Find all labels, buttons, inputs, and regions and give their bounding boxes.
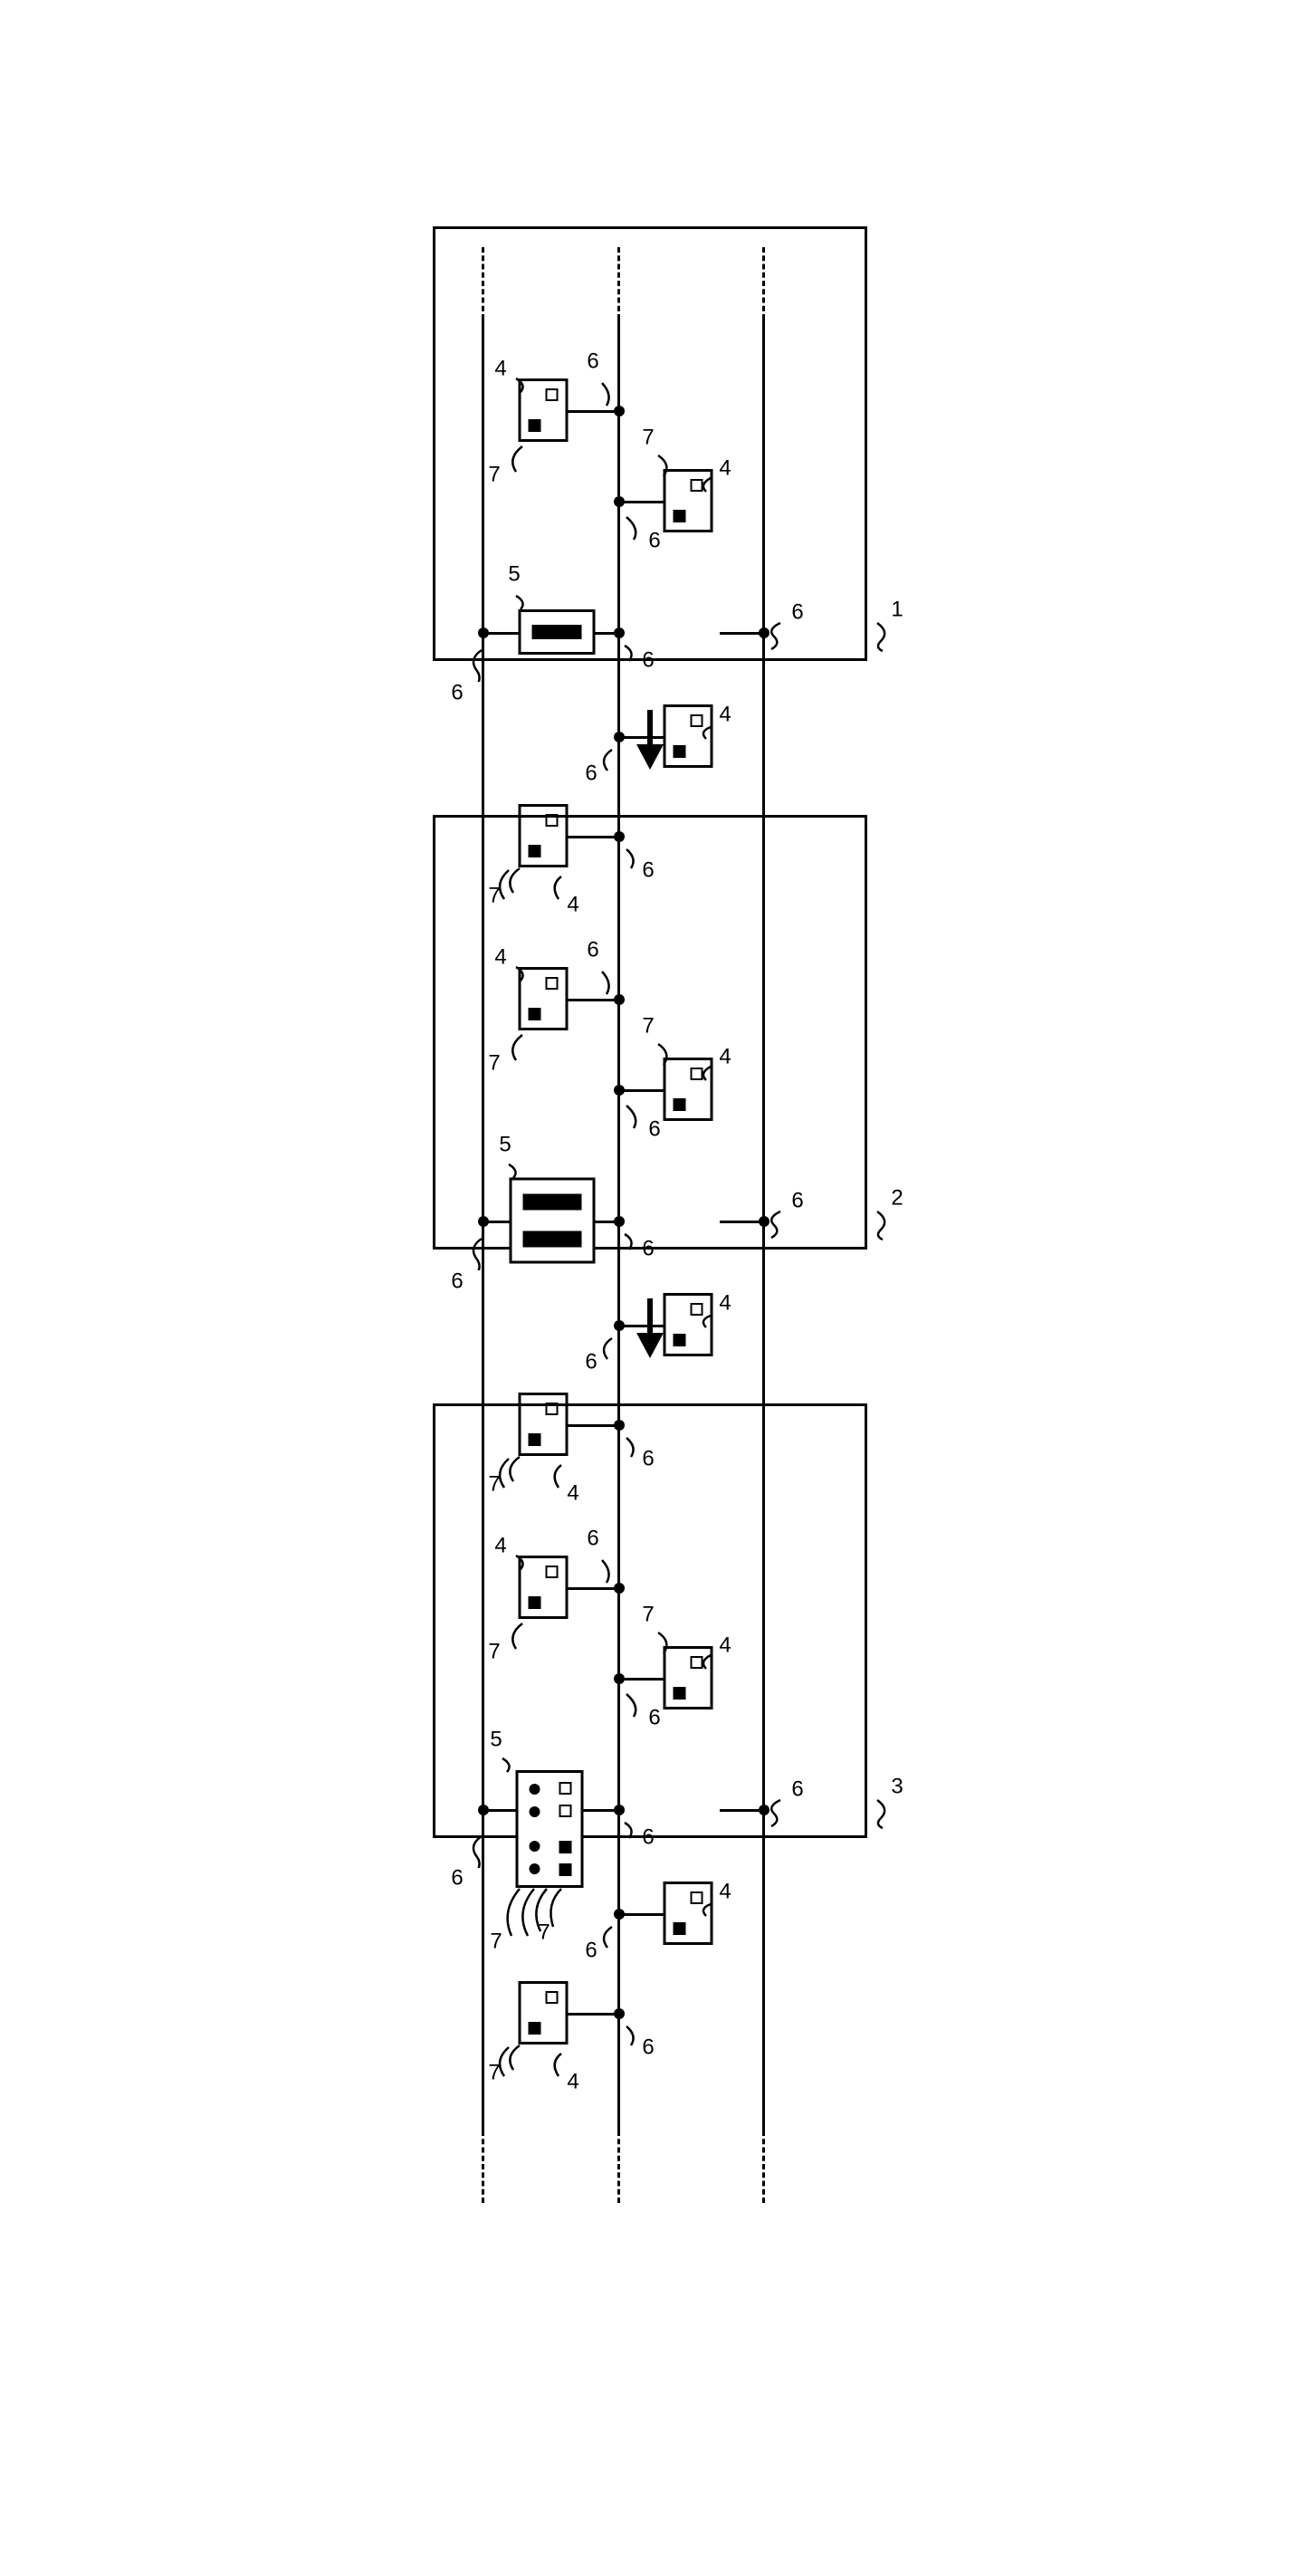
tilde-connector bbox=[870, 618, 897, 655]
tilde bbox=[588, 378, 616, 415]
center-block-5 bbox=[516, 1770, 584, 1888]
lbl-5-center: 5 bbox=[508, 562, 520, 588]
tilde bbox=[498, 445, 525, 481]
tilde bbox=[502, 374, 530, 410]
panel-number-1: 1 bbox=[891, 598, 903, 623]
panel-2: 2 6 6 5 4 4 4 4 7 7 bbox=[433, 815, 867, 1250]
tilde bbox=[688, 474, 715, 510]
node-b2 bbox=[614, 496, 625, 507]
tilde-connector bbox=[870, 1796, 897, 1832]
lbl-6-b: 6 bbox=[648, 529, 660, 554]
panel-number-2: 2 bbox=[891, 1186, 903, 1211]
panel-number-3: 3 bbox=[891, 1775, 903, 1800]
lbl-4-b: 4 bbox=[719, 456, 731, 482]
block-d bbox=[519, 1981, 569, 2045]
panel-3: 3 6 6 5 4 4 bbox=[433, 1403, 867, 1838]
panel-1: 1 6 6 5 bbox=[433, 226, 867, 661]
tilde bbox=[647, 451, 674, 487]
rail-bot-dash-l bbox=[482, 247, 484, 320]
rail-top-dash-l bbox=[762, 247, 765, 320]
tilde bbox=[502, 591, 530, 627]
lbl-6-top: 6 bbox=[791, 600, 803, 626]
rail-mid-dash-l bbox=[617, 247, 620, 320]
panel-3-wrapper: 3 6 6 5 4 4 bbox=[433, 1213, 867, 2028]
lbl-7-b: 7 bbox=[642, 426, 654, 451]
lbl-6-a: 6 bbox=[587, 350, 598, 375]
tilde bbox=[616, 512, 643, 549]
tilde-connector bbox=[870, 1207, 897, 1243]
